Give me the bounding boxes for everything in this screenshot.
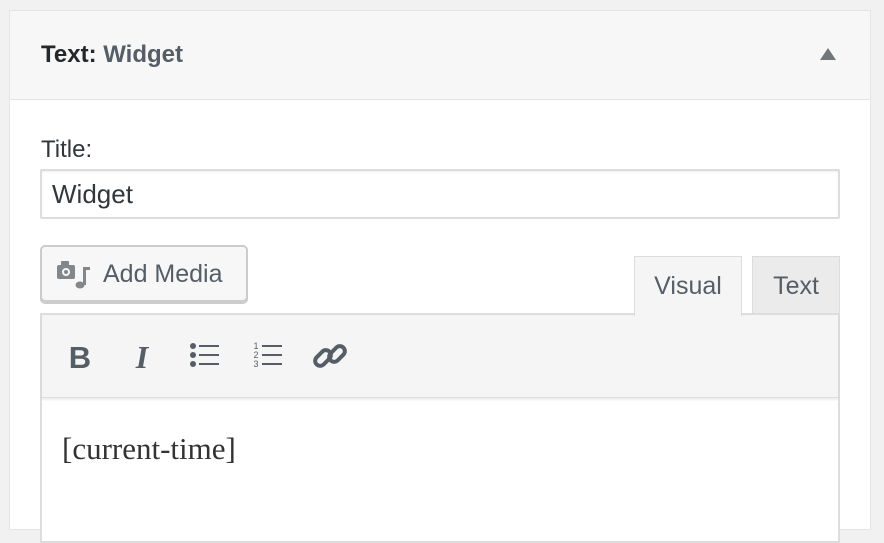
visual-editor: B I 1 2 3 [current-time] (40, 313, 840, 543)
arrow-up-icon[interactable] (820, 48, 836, 60)
numbered-list-icon: 1 2 3 (253, 341, 282, 369)
bulleted-list-button[interactable] (183, 335, 227, 379)
svg-text:I: I (135, 339, 150, 375)
tab-visual[interactable]: Visual (634, 256, 742, 316)
bold-button[interactable]: B (58, 335, 102, 379)
title-input[interactable] (40, 169, 840, 219)
italic-button[interactable]: I (120, 335, 164, 379)
svg-text:B: B (69, 340, 91, 375)
widget-title: Text: Widget (41, 40, 183, 70)
bulleted-list-icon (190, 343, 219, 367)
media-icon (57, 261, 90, 289)
bold-icon: B (69, 340, 91, 375)
widget-header[interactable]: Text: Widget (10, 11, 870, 100)
svg-text:3: 3 (253, 359, 258, 369)
numbered-list-button[interactable]: 1 2 3 (246, 335, 290, 379)
add-media-label: Add Media (103, 260, 223, 288)
widget-title-value: Widget (103, 41, 184, 68)
italic-icon: I (135, 339, 150, 375)
link-icon (313, 344, 347, 368)
add-media-button[interactable]: Add Media (40, 245, 248, 302)
tab-text[interactable]: Text (752, 256, 840, 313)
title-field-label: Title: (41, 136, 93, 163)
editor-toolbar: B I 1 2 3 (42, 315, 838, 398)
link-button[interactable] (308, 335, 352, 379)
editor-content[interactable]: [current-time] (62, 431, 236, 467)
widget-type-label: Text: (41, 41, 97, 68)
text-widget: Text: Widget Title: Add Media Visual Tex… (9, 10, 871, 543)
